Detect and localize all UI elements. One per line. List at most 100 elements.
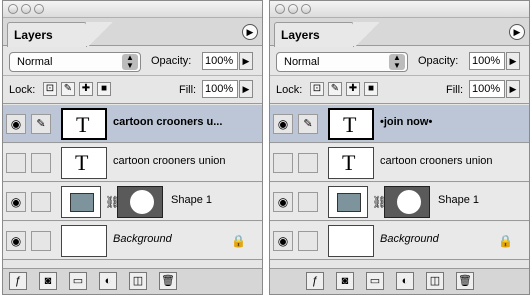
lock-label: Lock: <box>9 84 36 96</box>
panel-menu-icon[interactable]: ▶ <box>509 24 525 40</box>
brush-empty-icon[interactable] <box>298 192 318 212</box>
layer-row[interactable]: ◉ ⛓ Shape 1 <box>3 183 262 221</box>
shape-thumbnail <box>61 186 101 218</box>
layer-style-icon[interactable]: ƒ <box>306 272 324 290</box>
layer-row[interactable]: ◉ Background 🔒 <box>270 222 529 260</box>
fill-label: Fill: <box>446 84 464 96</box>
layer-name: cartoon crooners union <box>380 155 493 167</box>
opacity-field[interactable]: 100% <box>469 52 505 70</box>
lock-brush-icon[interactable]: ✎ <box>61 82 75 96</box>
options-row: Normal ▲ ▼ Opacity: 100% ▶ <box>3 46 262 76</box>
opacity-arrow-icon[interactable]: ▶ <box>239 52 253 70</box>
layer-row[interactable]: ◉ ✎ T cartoon crooners u... <box>3 105 262 143</box>
text-layer-thumbnail: T <box>328 147 374 179</box>
vector-mask-thumbnail <box>384 186 430 218</box>
blend-mode-value: Normal <box>284 56 320 68</box>
brush-empty-icon[interactable] <box>31 192 51 212</box>
layers-panel-left: Layers ▶ Normal ▲ ▼ Opacity: 100% ▶ Lock:… <box>2 0 263 295</box>
eye-empty-icon[interactable] <box>6 153 26 173</box>
background-thumbnail <box>61 225 107 257</box>
close-icon[interactable] <box>275 4 285 14</box>
close-icon[interactable] <box>8 4 18 14</box>
layers-toolbar: ƒ ◙ ▭ ◐ ◫ 🗑 <box>3 268 262 294</box>
layer-name: Background <box>113 233 172 245</box>
opacity-label: Opacity: <box>151 55 192 67</box>
tab-tail <box>86 22 116 46</box>
lock-all-icon[interactable]: ■ <box>364 82 378 96</box>
adjustment-layer-icon[interactable]: ◐ <box>396 272 414 290</box>
new-layer-icon[interactable]: ◫ <box>426 272 444 290</box>
panel-menu-icon[interactable]: ▶ <box>242 24 258 40</box>
eye-icon[interactable]: ◉ <box>273 114 293 134</box>
text-layer-thumbnail: T <box>61 147 107 179</box>
lock-icon: 🔒 <box>231 234 246 248</box>
options-row: Normal ▲ ▼ Opacity: 100% ▶ <box>270 46 529 76</box>
layer-name: cartoon crooners union <box>113 155 226 167</box>
fill-field[interactable]: 100% <box>202 80 238 98</box>
blend-mode-value: Normal <box>17 56 53 68</box>
minimize-icon[interactable] <box>288 4 298 14</box>
zoom-icon[interactable] <box>34 4 44 14</box>
opacity-field[interactable]: 100% <box>202 52 238 70</box>
add-mask-icon[interactable]: ◙ <box>336 272 354 290</box>
new-group-icon[interactable]: ▭ <box>69 272 87 290</box>
lock-transparency-icon[interactable]: ⊡ <box>43 82 57 96</box>
window-titlebar <box>270 1 529 18</box>
add-mask-icon[interactable]: ◙ <box>39 272 57 290</box>
tab-layers[interactable]: Layers <box>7 22 87 47</box>
tab-layers[interactable]: Layers <box>274 22 354 47</box>
lock-brush-icon[interactable]: ✎ <box>328 82 342 96</box>
layer-name: Shape 1 <box>438 194 479 206</box>
fill-arrow-icon[interactable]: ▶ <box>239 80 253 98</box>
tab-tail <box>353 22 383 46</box>
brush-icon[interactable]: ✎ <box>298 114 318 134</box>
eye-icon[interactable]: ◉ <box>6 231 26 251</box>
brush-empty-icon[interactable] <box>298 153 318 173</box>
brush-empty-icon[interactable] <box>31 231 51 251</box>
tab-row: Layers ▶ <box>3 18 262 47</box>
window-titlebar <box>3 1 262 18</box>
vector-mask-thumbnail <box>117 186 163 218</box>
eye-icon[interactable]: ◉ <box>6 192 26 212</box>
eye-icon[interactable]: ◉ <box>6 114 26 134</box>
text-layer-thumbnail: T <box>328 108 374 140</box>
minimize-icon[interactable] <box>21 4 31 14</box>
brush-empty-icon[interactable] <box>298 231 318 251</box>
eye-icon[interactable]: ◉ <box>273 192 293 212</box>
fill-field[interactable]: 100% <box>469 80 505 98</box>
layer-row[interactable]: T cartoon crooners union <box>270 144 529 182</box>
blend-mode-arrows-icon: ▲ ▼ <box>389 54 405 70</box>
fill-arrow-icon[interactable]: ▶ <box>506 80 520 98</box>
zoom-icon[interactable] <box>301 4 311 14</box>
lock-label: Lock: <box>276 84 303 96</box>
blend-mode-select[interactable]: Normal ▲ ▼ <box>276 52 408 72</box>
lock-icon: 🔒 <box>498 234 513 248</box>
lock-move-icon[interactable]: ✚ <box>79 82 93 96</box>
layers-panel-right: Layers ▶ Normal ▲ ▼ Opacity: 100% ▶ Lock:… <box>269 0 530 295</box>
new-group-icon[interactable]: ▭ <box>366 272 384 290</box>
lock-row: Lock: ⊡ ✎ ✚ ■ Fill: 100% ▶ <box>3 76 262 104</box>
layer-row[interactable]: ◉ ✎ T •join now• <box>270 105 529 143</box>
trash-icon[interactable]: 🗑 <box>159 272 177 290</box>
layer-row[interactable]: ◉ ⛓ Shape 1 <box>270 183 529 221</box>
layer-name: cartoon crooners u... <box>113 116 223 128</box>
opacity-arrow-icon[interactable]: ▶ <box>506 52 520 70</box>
blend-mode-select[interactable]: Normal ▲ ▼ <box>9 52 141 72</box>
brush-icon[interactable]: ✎ <box>31 114 51 134</box>
brush-empty-icon[interactable] <box>31 153 51 173</box>
layer-name: Shape 1 <box>171 194 212 206</box>
lock-transparency-icon[interactable]: ⊡ <box>310 82 324 96</box>
new-layer-icon[interactable]: ◫ <box>129 272 147 290</box>
eye-empty-icon[interactable] <box>273 153 293 173</box>
layer-row[interactable]: T cartoon crooners union <box>3 144 262 182</box>
layer-row[interactable]: ◉ Background 🔒 <box>3 222 262 260</box>
trash-icon[interactable]: 🗑 <box>456 272 474 290</box>
eye-icon[interactable]: ◉ <box>273 231 293 251</box>
opacity-label: Opacity: <box>418 55 459 67</box>
layer-style-icon[interactable]: ƒ <box>9 272 27 290</box>
adjustment-layer-icon[interactable]: ◐ <box>99 272 117 290</box>
lock-all-icon[interactable]: ■ <box>97 82 111 96</box>
lock-move-icon[interactable]: ✚ <box>346 82 360 96</box>
layer-name: Background <box>380 233 439 245</box>
fill-label: Fill: <box>179 84 197 96</box>
